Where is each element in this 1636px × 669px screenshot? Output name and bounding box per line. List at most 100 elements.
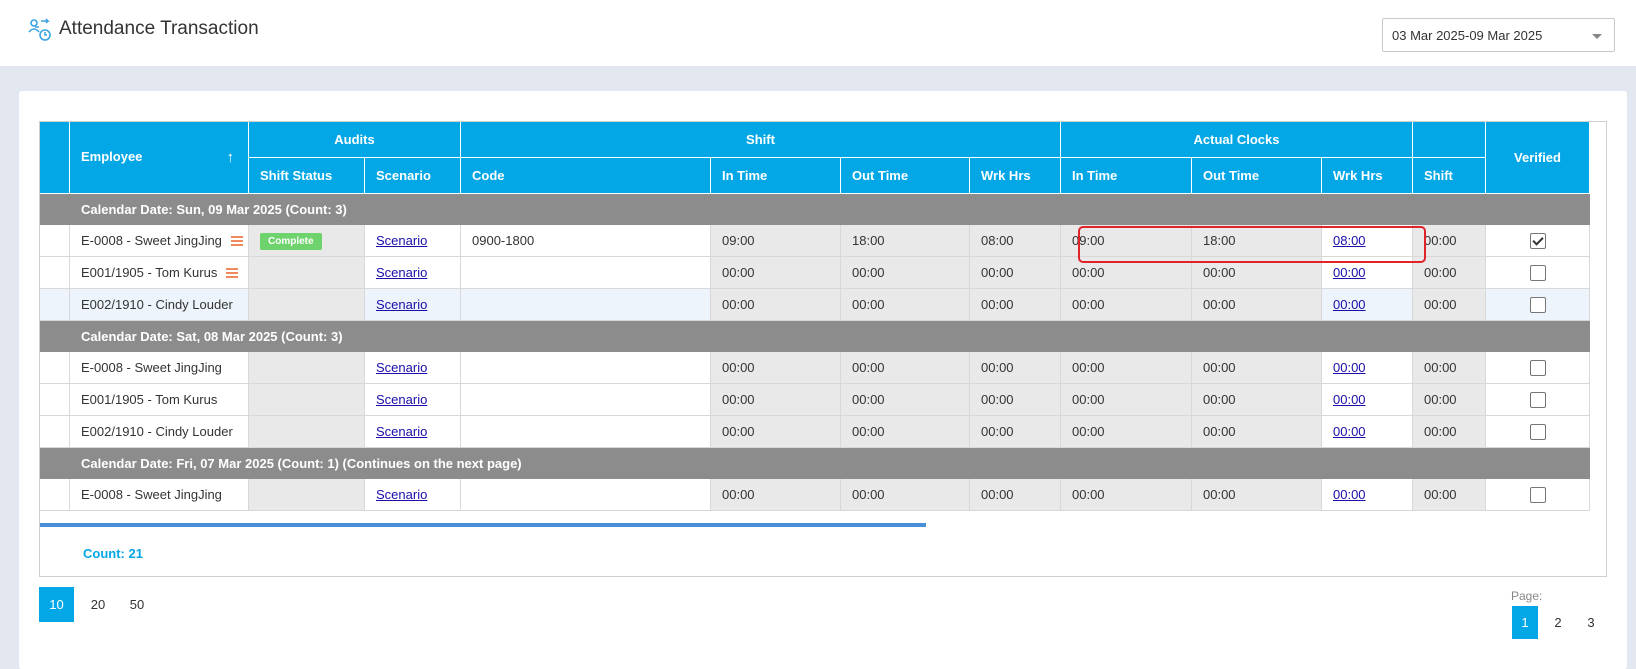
verified-checkbox[interactable] bbox=[1529, 264, 1546, 281]
page-label: Page: bbox=[1511, 589, 1543, 603]
row-select-cell[interactable] bbox=[40, 224, 70, 257]
table-row[interactable]: E001/1905 - Tom Kurus Scenario 00:00 00:00 0… bbox=[40, 256, 1590, 289]
verified-checkbox[interactable] bbox=[1529, 423, 1546, 440]
table-row[interactable]: E-0008 - Sweet JingJing Scenario 00:00 00:0… bbox=[40, 478, 1590, 511]
shift-out-time-cell: 00:00 bbox=[840, 415, 970, 448]
shift-out-time: 00:00 bbox=[852, 424, 885, 439]
table-row[interactable]: E-0008 - Sweet JingJing Scenario 00:00 00:0… bbox=[40, 351, 1590, 384]
actual-out-time-column-header[interactable]: Out Time bbox=[1191, 157, 1322, 194]
shift-wrk-hrs-cell: 08:00 bbox=[969, 224, 1061, 257]
shift-wrk-hrs: 08:00 bbox=[981, 233, 1014, 248]
page-1-button[interactable]: 1 bbox=[1512, 606, 1538, 639]
verified-checkbox[interactable] bbox=[1529, 296, 1546, 313]
actual-wrk-hrs-link[interactable]: 00:00 bbox=[1333, 487, 1366, 502]
scenario-link[interactable]: Scenario bbox=[376, 297, 427, 312]
horizontal-scrollbar[interactable] bbox=[40, 523, 926, 527]
hamburger-menu-icon[interactable] bbox=[226, 266, 239, 280]
actual-wrk-hrs-cell: 00:00 bbox=[1321, 351, 1413, 384]
actual-wrk-hrs-link[interactable]: 00:00 bbox=[1333, 392, 1366, 407]
scenario-link[interactable]: Scenario bbox=[376, 360, 427, 375]
row-select-cell[interactable] bbox=[40, 288, 70, 321]
page-3-button[interactable]: 3 bbox=[1578, 606, 1604, 639]
verified-checkbox[interactable] bbox=[1529, 359, 1546, 376]
table-row[interactable]: E-0008 - Sweet JingJing Complete Scenario 0… bbox=[40, 224, 1590, 257]
actual-wrk-hrs-column-header[interactable]: Wrk Hrs bbox=[1321, 157, 1413, 194]
verified-checkbox[interactable] bbox=[1529, 232, 1546, 249]
employee-header-label: Employee bbox=[81, 149, 143, 164]
page-size-50-button[interactable]: 50 bbox=[122, 587, 152, 622]
shift-code-cell bbox=[460, 383, 711, 416]
calendar-date-group-row[interactable]: Calendar Date: Fri, 07 Mar 2025 (Count: … bbox=[40, 447, 1590, 479]
verified-cell bbox=[1485, 478, 1590, 511]
scenario-column-header[interactable]: Scenario bbox=[364, 157, 461, 194]
actual-in-time-cell: 00:00 bbox=[1060, 415, 1192, 448]
actual-shift: 00:00 bbox=[1424, 233, 1457, 248]
actual-shift-column-header[interactable]: Shift bbox=[1412, 157, 1486, 194]
actual-shift-cell: 00:00 bbox=[1412, 415, 1486, 448]
scenario-link[interactable]: Scenario bbox=[376, 265, 427, 280]
actual-in-time-cell: 00:00 bbox=[1060, 383, 1192, 416]
actual-shift-cell: 00:00 bbox=[1412, 383, 1486, 416]
row-select-cell[interactable] bbox=[40, 478, 70, 511]
scenario-link[interactable]: Scenario bbox=[376, 233, 427, 248]
grid-body: Calendar Date: Sun, 09 Mar 2025 (Count: … bbox=[40, 193, 1590, 511]
attendance-table: Employee ↑ Audits Shift Actual Clocks Ve… bbox=[40, 122, 1590, 511]
page-size-10-button[interactable]: 10 bbox=[39, 587, 74, 622]
actual-wrk-hrs-cell: 00:00 bbox=[1321, 383, 1413, 416]
calendar-date-group-row[interactable]: Calendar Date: Sun, 09 Mar 2025 (Count: … bbox=[40, 193, 1590, 225]
table-row[interactable]: E001/1905 - Tom Kurus Scenario 00:00 00:00 0… bbox=[40, 383, 1590, 416]
table-row[interactable]: E002/1910 - Cindy Louder Scenario 00:00 00:… bbox=[40, 415, 1590, 448]
calendar-date-group-row[interactable]: Calendar Date: Sat, 08 Mar 2025 (Count: … bbox=[40, 320, 1590, 352]
actual-in-time-column-header[interactable]: In Time bbox=[1060, 157, 1192, 194]
actual-wrk-hrs-link[interactable]: 00:00 bbox=[1333, 424, 1366, 439]
scenario-cell: Scenario bbox=[364, 351, 461, 384]
shift-out-time: 00:00 bbox=[852, 487, 885, 502]
scenario-cell: Scenario bbox=[364, 224, 461, 257]
table-row[interactable]: E002/1910 - Cindy Louder Scenario 00:00 00:… bbox=[40, 288, 1590, 321]
row-select-cell[interactable] bbox=[40, 415, 70, 448]
row-select-cell[interactable] bbox=[40, 256, 70, 289]
actual-wrk-hrs-cell: 00:00 bbox=[1321, 256, 1413, 289]
row-select-cell[interactable] bbox=[40, 351, 70, 384]
code-column-header[interactable]: Code bbox=[460, 157, 711, 194]
shift-out-time-column-header[interactable]: Out Time bbox=[840, 157, 970, 194]
shift-wrk-hrs-column-header[interactable]: Wrk Hrs bbox=[969, 157, 1061, 194]
shift-in-time-cell: 00:00 bbox=[710, 415, 841, 448]
employee-name-cell: E001/1905 - Tom Kurus bbox=[69, 256, 249, 289]
employee-name: E002/1910 - Cindy Louder bbox=[81, 297, 233, 312]
verified-column-header[interactable]: Verified bbox=[1485, 122, 1590, 194]
actual-wrk-hrs-link[interactable]: 00:00 bbox=[1333, 265, 1366, 280]
actual-shift-cell: 00:00 bbox=[1412, 351, 1486, 384]
verified-checkbox[interactable] bbox=[1529, 486, 1546, 503]
shift-code-cell bbox=[460, 288, 711, 321]
actual-wrk-hrs-link[interactable]: 00:00 bbox=[1333, 297, 1366, 312]
verified-checkbox[interactable] bbox=[1529, 391, 1546, 408]
actual-wrk-hrs-link[interactable]: 00:00 bbox=[1333, 360, 1366, 375]
shift-status-column-header[interactable]: Shift Status bbox=[248, 157, 365, 194]
page-2-button[interactable]: 2 bbox=[1545, 606, 1571, 639]
hamburger-menu-icon[interactable] bbox=[230, 234, 243, 248]
actual-out-time-cell: 00:00 bbox=[1191, 288, 1322, 321]
shift-wrk-hrs: 00:00 bbox=[981, 360, 1014, 375]
shift-wrk-hrs: 00:00 bbox=[981, 424, 1014, 439]
shift-in-time: 00:00 bbox=[722, 360, 755, 375]
date-range-select[interactable]: 03 Mar 2025-09 Mar 2025 bbox=[1382, 18, 1615, 52]
scenario-cell: Scenario bbox=[364, 383, 461, 416]
shift-wrk-hrs-cell: 00:00 bbox=[969, 415, 1061, 448]
shift-out-time-cell: 00:00 bbox=[840, 288, 970, 321]
actual-wrk-hrs-link[interactable]: 08:00 bbox=[1333, 233, 1366, 248]
scenario-link[interactable]: Scenario bbox=[376, 487, 427, 502]
shift-in-time-column-header[interactable]: In Time bbox=[710, 157, 841, 194]
sort-ascending-icon[interactable]: ↑ bbox=[227, 149, 235, 166]
employee-name: E002/1910 - Cindy Louder bbox=[81, 424, 233, 439]
scenario-link[interactable]: Scenario bbox=[376, 392, 427, 407]
verified-cell bbox=[1485, 383, 1590, 416]
shift-out-time-cell: 00:00 bbox=[840, 351, 970, 384]
actual-in-time-cell: 09:00 bbox=[1060, 224, 1192, 257]
row-select-cell[interactable] bbox=[40, 383, 70, 416]
shift-in-time: 00:00 bbox=[722, 487, 755, 502]
page-size-20-button[interactable]: 20 bbox=[83, 587, 113, 622]
scenario-link[interactable]: Scenario bbox=[376, 424, 427, 439]
employee-column-header[interactable]: Employee ↑ bbox=[69, 122, 249, 194]
shift-out-time-cell: 00:00 bbox=[840, 383, 970, 416]
